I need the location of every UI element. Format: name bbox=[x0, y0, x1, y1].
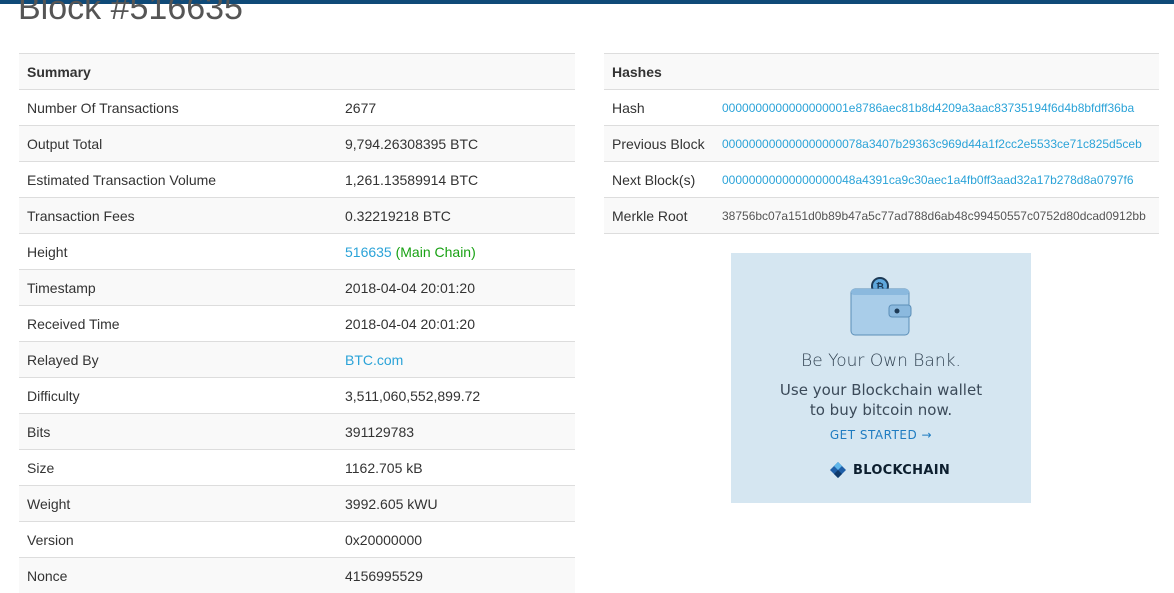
hashes-table: Hashes Hash 0000000000000000001e8786aec8… bbox=[604, 53, 1159, 234]
row-label: Version bbox=[19, 522, 337, 558]
relayed-by-cell: BTC.com bbox=[337, 342, 575, 378]
relayed-by-link[interactable]: BTC.com bbox=[345, 352, 403, 368]
row-label: Timestamp bbox=[19, 270, 337, 306]
table-row: Merkle Root 38756bc07a151d0b89b47a5c77ad… bbox=[604, 198, 1159, 234]
table-row: Hash 0000000000000000001e8786aec81b8d420… bbox=[604, 90, 1159, 126]
ad-subtext-line: to buy bitcoin now. bbox=[731, 400, 1031, 420]
row-label: Hash bbox=[604, 90, 714, 126]
row-label: Size bbox=[19, 450, 337, 486]
next-block-cell: 00000000000000000048a4391ca9c30aec1a4fb0… bbox=[714, 162, 1159, 198]
table-row: Weight 3992.605 kWU bbox=[19, 486, 575, 522]
previous-block-link[interactable]: 000000000000000000078a3407b29363c969d44a… bbox=[722, 137, 1142, 151]
row-label: Merkle Root bbox=[604, 198, 714, 234]
size: 1162.705 kB bbox=[337, 450, 575, 486]
ad-subtext-line: Use your Blockchain wallet bbox=[731, 380, 1031, 400]
table-row: Relayed By BTC.com bbox=[19, 342, 575, 378]
output-total: 9,794.26308395 BTC bbox=[337, 126, 575, 162]
page-title: Block #516635 bbox=[18, 0, 243, 28]
table-row: Timestamp 2018-04-04 20:01:20 bbox=[19, 270, 575, 306]
row-label: Weight bbox=[19, 486, 337, 522]
estimated-volume: 1,261.13589914 BTC bbox=[337, 162, 575, 198]
row-label: Difficulty bbox=[19, 378, 337, 414]
row-label: Bits bbox=[19, 414, 337, 450]
table-row: Nonce 4156995529 bbox=[19, 558, 575, 593]
blockchain-logo-icon bbox=[829, 461, 847, 479]
row-label: Nonce bbox=[19, 558, 337, 593]
ad-subtext: Use your Blockchain wallet to buy bitcoi… bbox=[731, 380, 1031, 420]
row-label: Output Total bbox=[19, 126, 337, 162]
table-row: Difficulty 3,511,060,552,899.72 bbox=[19, 378, 575, 414]
version: 0x20000000 bbox=[337, 522, 575, 558]
merkle-root: 38756bc07a151d0b89b47a5c77ad788d6ab48c99… bbox=[714, 198, 1159, 234]
row-label: Number Of Transactions bbox=[19, 90, 337, 126]
table-row: Output Total 9,794.26308395 BTC bbox=[19, 126, 575, 162]
blockchain-wallet-ad[interactable]: ₿ Be Your Own Bank. Use your Blockchain … bbox=[731, 253, 1031, 503]
table-row: Next Block(s) 00000000000000000048a4391c… bbox=[604, 162, 1159, 198]
table-row: Height 516635 (Main Chain) bbox=[19, 234, 575, 270]
row-label: Height bbox=[19, 234, 337, 270]
previous-block-cell: 000000000000000000078a3407b29363c969d44a… bbox=[714, 126, 1159, 162]
nonce: 4156995529 bbox=[337, 558, 575, 593]
transaction-count: 2677 bbox=[337, 90, 575, 126]
summary-table: Summary Number Of Transactions 2677 Outp… bbox=[19, 53, 575, 593]
summary-header: Summary bbox=[19, 54, 575, 90]
height-cell: 516635 (Main Chain) bbox=[337, 234, 575, 270]
table-row: Number Of Transactions 2677 bbox=[19, 90, 575, 126]
row-label: Previous Block bbox=[604, 126, 714, 162]
hash-cell: 0000000000000000001e8786aec81b8d4209a3aa… bbox=[714, 90, 1159, 126]
difficulty: 3,511,060,552,899.72 bbox=[337, 378, 575, 414]
row-label: Received Time bbox=[19, 306, 337, 342]
timestamp: 2018-04-04 20:01:20 bbox=[337, 270, 575, 306]
transaction-fees: 0.32219218 BTC bbox=[337, 198, 575, 234]
table-row: Estimated Transaction Volume 1,261.13589… bbox=[19, 162, 575, 198]
row-label: Estimated Transaction Volume bbox=[19, 162, 337, 198]
weight: 3992.605 kWU bbox=[337, 486, 575, 522]
row-label: Relayed By bbox=[19, 342, 337, 378]
table-row: Transaction Fees 0.32219218 BTC bbox=[19, 198, 575, 234]
row-label: Next Block(s) bbox=[604, 162, 714, 198]
height-link[interactable]: 516635 bbox=[345, 244, 392, 260]
block-hash-link[interactable]: 0000000000000000001e8786aec81b8d4209a3aa… bbox=[722, 101, 1134, 115]
blockchain-brand: BLOCKCHAIN bbox=[829, 461, 950, 479]
table-row: Version 0x20000000 bbox=[19, 522, 575, 558]
ad-headline: Be Your Own Bank. bbox=[731, 351, 1031, 371]
main-chain-label: (Main Chain) bbox=[396, 244, 476, 260]
hashes-header: Hashes bbox=[604, 54, 1159, 90]
summary-header-row: Summary bbox=[19, 54, 575, 90]
table-row: Received Time 2018-04-04 20:01:20 bbox=[19, 306, 575, 342]
hashes-header-row: Hashes bbox=[604, 54, 1159, 90]
blockchain-brand-text: BLOCKCHAIN bbox=[853, 463, 950, 478]
table-row: Bits 391129783 bbox=[19, 414, 575, 450]
bitcoin-wallet-icon: ₿ bbox=[849, 275, 913, 337]
get-started-link[interactable]: GET STARTED → bbox=[731, 428, 1031, 442]
table-row: Size 1162.705 kB bbox=[19, 450, 575, 486]
table-row: Previous Block 000000000000000000078a340… bbox=[604, 126, 1159, 162]
row-label: Transaction Fees bbox=[19, 198, 337, 234]
received-time: 2018-04-04 20:01:20 bbox=[337, 306, 575, 342]
next-block-link[interactable]: 00000000000000000048a4391ca9c30aec1a4fb0… bbox=[722, 173, 1134, 187]
bits: 391129783 bbox=[337, 414, 575, 450]
